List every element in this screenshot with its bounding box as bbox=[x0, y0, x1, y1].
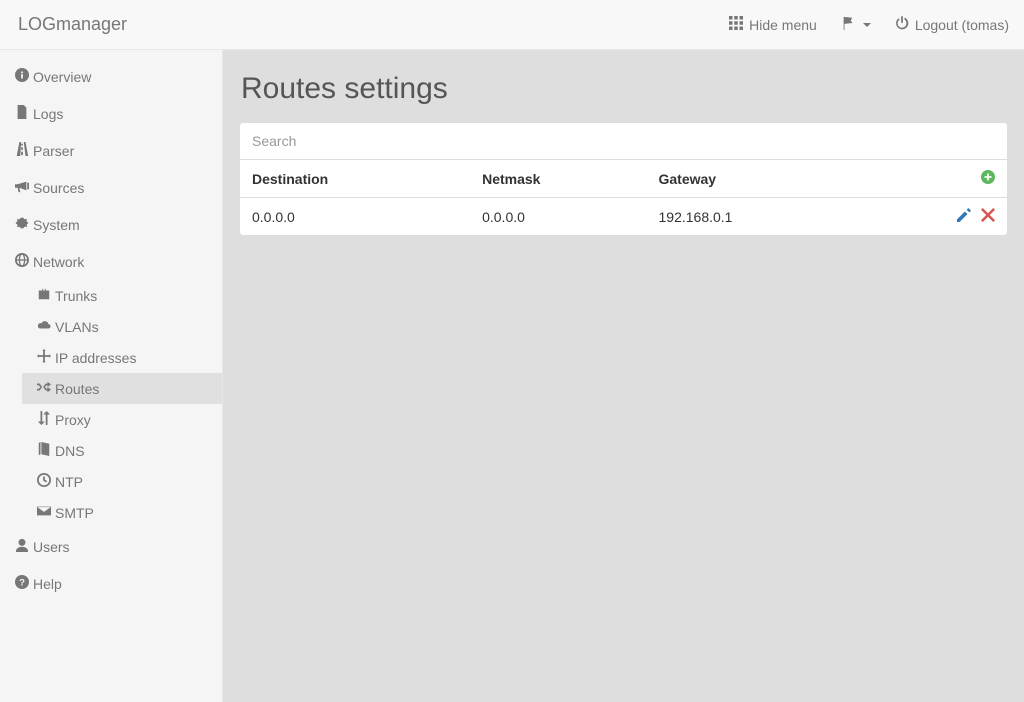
sidebar-item-label: Overview bbox=[33, 69, 91, 85]
gear-icon bbox=[15, 216, 29, 233]
cloud-icon bbox=[37, 318, 51, 335]
grid-icon bbox=[729, 16, 743, 33]
cell-netmask: 0.0.0.0 bbox=[470, 198, 646, 236]
bullhorn-icon bbox=[15, 179, 29, 196]
routes-panel: Destination Netmask Gateway 0.0.0.0 0.0 bbox=[239, 122, 1008, 236]
hide-menu-label: Hide menu bbox=[749, 17, 817, 33]
table-row: 0.0.0.0 0.0.0.0 192.168.0.1 bbox=[240, 198, 1007, 236]
search-input[interactable] bbox=[240, 123, 1007, 160]
header-right: Hide menu Logout (tomas) bbox=[729, 16, 1009, 33]
envelope-icon bbox=[37, 504, 51, 521]
close-icon bbox=[981, 208, 995, 222]
col-actions bbox=[859, 160, 1007, 198]
logout-button[interactable]: Logout (tomas) bbox=[895, 16, 1009, 33]
language-dropdown[interactable] bbox=[841, 16, 871, 33]
book-icon bbox=[37, 442, 51, 459]
edit-route-button[interactable] bbox=[957, 208, 971, 222]
pencil-icon bbox=[957, 208, 971, 222]
sidebar-item-label: NTP bbox=[55, 474, 83, 490]
chevron-down-icon bbox=[863, 23, 871, 27]
sidebar-item-vlans[interactable]: VLANs bbox=[22, 311, 222, 342]
brand[interactable]: LOGmanager bbox=[15, 14, 223, 35]
sidebar-item-label: Parser bbox=[33, 143, 74, 159]
sidebar-item-label: Routes bbox=[55, 381, 99, 397]
sidebar-item-routes[interactable]: Routes bbox=[22, 373, 222, 404]
cell-destination: 0.0.0.0 bbox=[240, 198, 470, 236]
sidebar-item-users[interactable]: Users bbox=[0, 528, 222, 565]
logout-label: Logout (tomas) bbox=[915, 17, 1009, 33]
cell-gateway: 192.168.0.1 bbox=[647, 198, 860, 236]
col-netmask: Netmask bbox=[470, 160, 646, 198]
shuffle-icon bbox=[37, 380, 51, 397]
sidebar: Overview Logs Parser Sources System Netw… bbox=[0, 50, 223, 702]
sidebar-item-label: DNS bbox=[55, 443, 85, 459]
sidebar-item-label: Help bbox=[33, 576, 62, 592]
sidebar-item-label: Trunks bbox=[55, 288, 97, 304]
cell-actions bbox=[859, 198, 1007, 236]
header: LOGmanager Hide menu Logout (tomas) bbox=[0, 0, 1024, 50]
routes-table: Destination Netmask Gateway 0.0.0.0 0.0 bbox=[240, 160, 1007, 235]
page-title: Routes settings bbox=[241, 72, 1008, 106]
sidebar-item-label: Network bbox=[33, 254, 84, 270]
svg-text:?: ? bbox=[19, 578, 25, 589]
sidebar-item-ip[interactable]: IP addresses bbox=[22, 342, 222, 373]
clock-icon bbox=[37, 473, 51, 490]
col-destination: Destination bbox=[240, 160, 470, 198]
sidebar-item-overview[interactable]: Overview bbox=[0, 58, 222, 95]
delete-route-button[interactable] bbox=[981, 208, 995, 222]
sidebar-item-help[interactable]: ? Help bbox=[0, 565, 222, 602]
sidebar-item-proxy[interactable]: Proxy bbox=[22, 404, 222, 435]
sidebar-item-label: VLANs bbox=[55, 319, 99, 335]
question-icon: ? bbox=[15, 575, 29, 592]
sidebar-item-label: SMTP bbox=[55, 505, 94, 521]
sidebar-item-trunks[interactable]: Trunks bbox=[22, 280, 222, 311]
sidebar-item-label: IP addresses bbox=[55, 350, 136, 366]
briefcase-icon bbox=[37, 287, 51, 304]
plus-circle-icon bbox=[981, 170, 995, 184]
sidebar-item-parser[interactable]: Parser bbox=[0, 132, 222, 169]
sidebar-item-ntp[interactable]: NTP bbox=[22, 466, 222, 497]
flag-icon bbox=[841, 16, 855, 33]
file-icon bbox=[15, 105, 29, 122]
sidebar-item-dns[interactable]: DNS bbox=[22, 435, 222, 466]
road-icon bbox=[15, 142, 29, 159]
main-content: Routes settings Destination Netmask Gate… bbox=[223, 50, 1024, 702]
hide-menu-button[interactable]: Hide menu bbox=[729, 16, 817, 33]
sidebar-item-logs[interactable]: Logs bbox=[0, 95, 222, 132]
sidebar-item-sources[interactable]: Sources bbox=[0, 169, 222, 206]
sidebar-item-label: Proxy bbox=[55, 412, 91, 428]
sidebar-item-label: System bbox=[33, 217, 80, 233]
globe-icon bbox=[15, 253, 29, 270]
sidebar-item-network[interactable]: Network bbox=[0, 243, 222, 280]
user-icon bbox=[15, 538, 29, 555]
add-route-button[interactable] bbox=[981, 170, 995, 184]
sidebar-item-system[interactable]: System bbox=[0, 206, 222, 243]
col-gateway: Gateway bbox=[647, 160, 860, 198]
move-icon bbox=[37, 349, 51, 366]
info-icon bbox=[15, 68, 29, 85]
sidebar-item-label: Users bbox=[33, 539, 70, 555]
sidebar-item-label: Sources bbox=[33, 180, 84, 196]
sidebar-item-label: Logs bbox=[33, 106, 63, 122]
power-icon bbox=[895, 16, 909, 33]
sidebar-item-smtp[interactable]: SMTP bbox=[22, 497, 222, 528]
sort-icon bbox=[37, 411, 51, 428]
